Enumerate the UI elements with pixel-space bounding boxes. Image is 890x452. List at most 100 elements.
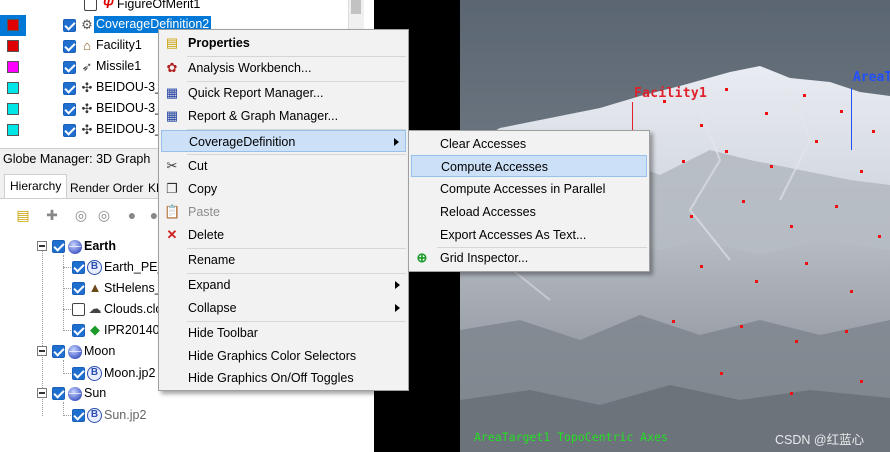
tree-layer-label[interactable]: IPR20140 (104, 322, 160, 339)
globe-add-icon[interactable]: ◎ (73, 207, 89, 223)
visibility-checkbox[interactable] (72, 261, 85, 274)
missile-icon: ➶ (81, 59, 93, 74)
collapse-toggle[interactable] (37, 241, 47, 251)
menu-item-clear-accesses[interactable]: Clear Accesses (411, 133, 647, 155)
color-selector-cell[interactable] (0, 57, 26, 78)
grid-point (790, 225, 793, 228)
add-icon[interactable]: ✚ (44, 207, 60, 223)
color-selector-cell[interactable] (0, 120, 26, 141)
globe-remove-icon[interactable]: ◎ (96, 207, 112, 223)
grid-point (805, 262, 808, 265)
visibility-checkbox[interactable] (52, 345, 65, 358)
tree-layer-label[interactable]: StHelens_ (104, 280, 162, 297)
visibility-checkbox[interactable] (72, 324, 85, 337)
tree-node-sun[interactable]: Sun (84, 385, 106, 402)
properties-icon: ▤ (165, 35, 179, 50)
color-swatch[interactable] (7, 40, 19, 52)
menu-item-export-accesses[interactable]: Export Accesses As Text... (411, 224, 647, 246)
menu-item-cut[interactable]: ✂ Cut (161, 155, 406, 177)
menu-item-report-graph-manager[interactable]: ▦ Report & Graph Manager... (161, 105, 406, 127)
grid-point (700, 124, 703, 127)
imagery-layer-icon: B (87, 260, 102, 275)
grid-point (672, 320, 675, 323)
terrain-icon: ▲ (88, 280, 102, 295)
menu-item-quick-report-manager[interactable]: ▦ Quick Report Manager... (161, 82, 406, 104)
grid-point (872, 130, 875, 133)
tree-layer-label[interactable]: Moon.jp2 (104, 365, 155, 382)
tree-row-figure-of-merit[interactable]: Ψ FigureOfMerit1 (0, 0, 374, 15)
grid-point (682, 160, 685, 163)
grid-point (835, 205, 838, 208)
color-selector-cell[interactable] (0, 15, 26, 36)
tree-layer-label[interactable]: Earth_PE_ (104, 259, 164, 276)
visibility-checkbox[interactable] (63, 19, 76, 32)
tab-hierarchy[interactable]: Hierarchy (4, 174, 68, 198)
scrollbar-thumb[interactable] (351, 0, 361, 14)
menu-item-grid-inspector[interactable]: ⊕ Grid Inspector... (411, 247, 647, 269)
visibility-checkbox[interactable] (72, 282, 85, 295)
tab-render-order[interactable]: Render Order (64, 176, 149, 198)
color-swatch[interactable] (7, 82, 19, 94)
grid-point (860, 380, 863, 383)
visibility-checkbox[interactable] (63, 61, 76, 74)
properties-icon[interactable]: ▤ (15, 207, 31, 223)
menu-item-collapse[interactable]: Collapse (161, 297, 406, 319)
tree-layer-label[interactable]: Clouds.clo (104, 301, 162, 318)
grid-point (742, 200, 745, 203)
visibility-checkbox[interactable] (63, 40, 76, 53)
menu-item-reload-accesses[interactable]: Reload Accesses (411, 201, 647, 223)
globe-icon[interactable]: ● (124, 207, 140, 223)
grid-point (850, 290, 853, 293)
menu-item-rename[interactable]: Rename (161, 249, 406, 271)
menu-item-coverage-definition[interactable]: CoverageDefinition (161, 130, 406, 152)
menu-item-hide-color-selectors[interactable]: Hide Graphics Color Selectors (161, 345, 406, 367)
color-swatch[interactable] (7, 103, 19, 115)
copy-icon: ❐ (166, 181, 178, 196)
globe-icon (68, 240, 82, 254)
color-swatch[interactable] (7, 124, 19, 136)
tree-item-label: FigureOfMerit1 (117, 0, 201, 11)
tree-layer-label[interactable]: Sun.jp2 (104, 407, 146, 424)
satellite-icon: ✣ (81, 122, 93, 137)
quick-report-icon: ▦ (165, 85, 179, 100)
coverage-definition-icon: ⚙ (81, 17, 93, 32)
visibility-checkbox[interactable] (52, 240, 65, 253)
collapse-toggle[interactable] (37, 388, 47, 398)
color-swatch[interactable] (7, 61, 19, 73)
color-swatch[interactable] (7, 19, 19, 31)
menu-item-compute-accesses[interactable]: Compute Accesses (411, 155, 647, 177)
globe-icon (68, 345, 82, 359)
color-selector-cell[interactable] (0, 36, 26, 57)
grid-inspector-icon: ⊕ (416, 250, 428, 265)
visibility-checkbox[interactable] (72, 367, 85, 380)
visibility-checkbox[interactable] (72, 303, 85, 316)
axes-label: AreaTarget1 TopoCentric Axes (474, 430, 668, 444)
menu-item-hide-on-off-toggles[interactable]: Hide Graphics On/Off Toggles (161, 367, 406, 389)
menu-item-analysis-workbench[interactable]: ✿ Analysis Workbench... (161, 57, 406, 79)
visibility-checkbox[interactable] (84, 0, 97, 11)
visibility-checkbox[interactable] (63, 124, 76, 137)
grid-point (725, 150, 728, 153)
menu-item-compute-accesses-parallel[interactable]: Compute Accesses in Parallel (411, 178, 647, 200)
tree-node-earth[interactable]: Earth (84, 238, 116, 255)
visibility-checkbox[interactable] (72, 409, 85, 422)
visibility-checkbox[interactable] (63, 82, 76, 95)
menu-item-hide-toolbar[interactable]: Hide Toolbar (161, 322, 406, 344)
submenu-arrow-icon (394, 138, 399, 146)
cut-icon: ✂ (166, 158, 178, 173)
visibility-checkbox[interactable] (52, 387, 65, 400)
context-menu: ▤ Properties ✿ Analysis Workbench... ▦ Q… (158, 29, 409, 391)
color-selector-cell[interactable] (0, 78, 26, 99)
panel-title: Globe Manager: 3D Graph (3, 152, 151, 166)
menu-item-properties[interactable]: ▤ Properties (161, 32, 406, 54)
grid-point (755, 280, 758, 283)
tree-item-label: BEIDOU-3_ (96, 122, 162, 136)
color-selector-cell[interactable] (0, 99, 26, 120)
visibility-checkbox[interactable] (63, 103, 76, 116)
menu-item-expand[interactable]: Expand (161, 274, 406, 296)
collapse-toggle[interactable] (37, 346, 47, 356)
menu-item-delete[interactable]: ✕ Delete (161, 224, 406, 246)
menu-item-paste[interactable]: 📋 Paste (161, 201, 406, 223)
menu-item-copy[interactable]: ❐ Copy (161, 178, 406, 200)
tree-node-moon[interactable]: Moon (84, 343, 115, 360)
